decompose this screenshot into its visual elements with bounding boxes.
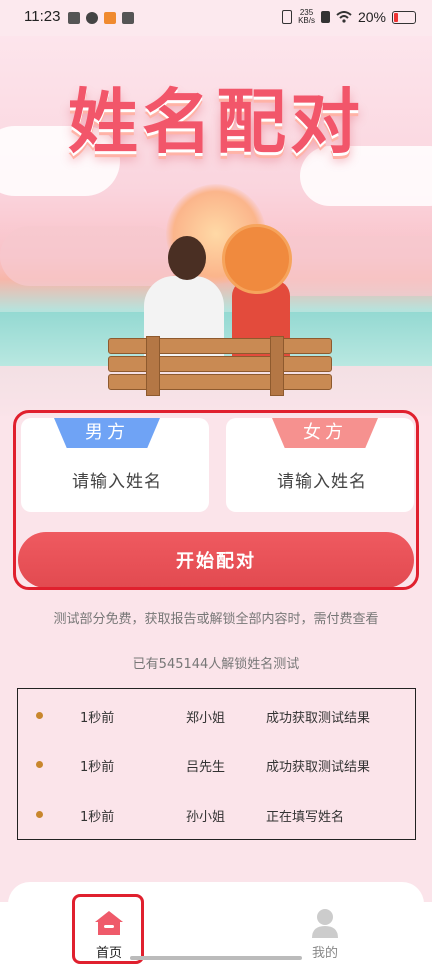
net-speed-unit: KB/s	[298, 16, 315, 25]
list-item: 1秒前 孙小姐 正在填写姓名	[18, 806, 417, 826]
sim-icon	[320, 11, 330, 23]
notification-icon	[68, 12, 80, 24]
gesture-bar[interactable]	[130, 956, 302, 960]
status-bar: 11:23 235 KB/s 20%	[0, 0, 432, 36]
activity-status: 成功获取测试结果	[266, 760, 371, 775]
status-time: 11:23	[24, 8, 61, 25]
vibrate-icon	[282, 10, 293, 24]
unlock-count: 已有545144人解锁姓名测试	[132, 657, 300, 672]
activity-time: 1秒前	[80, 810, 115, 825]
app-icon	[86, 12, 98, 24]
hero-banner: 姓名配对	[0, 36, 432, 416]
battery-icon	[392, 10, 416, 24]
activity-user: 吕先生	[186, 760, 226, 775]
bullet-icon	[36, 811, 43, 818]
status-right: 235 KB/s 20%	[282, 9, 416, 25]
bottom-tab-bar: 首页 我的	[0, 902, 432, 964]
net-speed: 235 KB/s	[298, 9, 315, 25]
bench	[108, 338, 332, 354]
home-highlight-box	[72, 894, 144, 964]
sun-hat	[222, 224, 292, 294]
payment-notice: 测试部分免费，获取报告或解锁全部内容时，需付费查看	[53, 612, 379, 627]
list-item: 1秒前 郑小姐 成功获取测试结果	[18, 707, 417, 727]
activity-feed: 1秒前 郑小姐 成功获取测试结果 1秒前 吕先生 成功获取测试结果 1秒前 孙小…	[17, 688, 416, 840]
form-highlight-box	[13, 410, 419, 590]
bench	[108, 356, 332, 372]
battery-text: 20%	[357, 9, 386, 25]
wifi-icon	[336, 11, 352, 23]
activity-time: 1秒前	[80, 760, 115, 775]
list-item: 1秒前 吕先生 成功获取测试结果	[18, 756, 417, 776]
man-head	[168, 236, 206, 280]
page-title: 姓名配对	[68, 81, 364, 163]
mail-icon	[122, 12, 134, 24]
bench-leg	[146, 336, 160, 396]
bench	[108, 374, 332, 390]
user-icon	[312, 909, 338, 938]
activity-status: 正在填写姓名	[266, 810, 345, 825]
activity-time: 1秒前	[80, 711, 115, 726]
activity-user: 孙小姐	[186, 810, 226, 825]
tab-mine[interactable]: 我的	[290, 902, 360, 964]
cloud-decoration	[0, 226, 180, 286]
bullet-icon	[36, 761, 43, 768]
bullet-icon	[36, 712, 43, 719]
bench-leg	[270, 336, 284, 396]
activity-status: 成功获取测试结果	[266, 711, 371, 726]
activity-user: 郑小姐	[186, 711, 226, 726]
shop-icon	[104, 12, 116, 24]
